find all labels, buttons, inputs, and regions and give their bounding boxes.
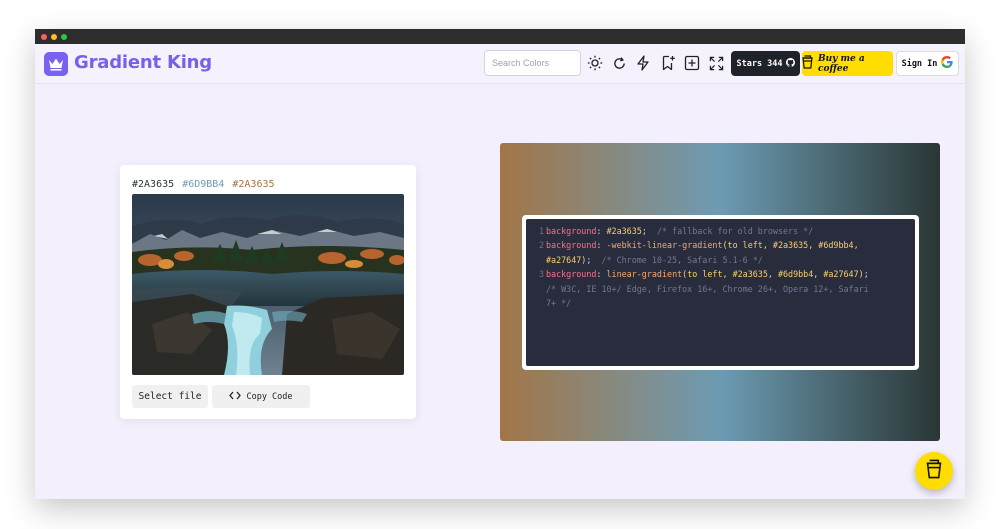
code-comment: /* Chrome 10-25, Safari 5.1-6 */ — [601, 254, 763, 265]
crown-logo-icon[interactable] — [44, 52, 68, 76]
code-line-1: 1 background: #2a3635; /* fallback for o… — [538, 226, 814, 236]
coffee-cup-icon — [802, 55, 813, 72]
code-function: linear-gradient — [606, 269, 683, 280]
code-function: -webkit-linear-gradient — [606, 240, 723, 251]
code-value: #a27647 — [546, 254, 582, 265]
top-navbar: Gradient King Search Colors Stars 344 Bu… — [35, 44, 965, 84]
code-line-3-comment: /* W3C, IE 10+/ Edge, Firefox 16+, Chrom… — [546, 283, 869, 294]
color-code-1[interactable]: #2A3635 — [132, 179, 174, 190]
css-code-block[interactable]: 1 background: #2a3635; /* fallback for o… — [526, 219, 915, 366]
add-square-icon[interactable] — [683, 54, 701, 72]
color-code-3[interactable]: #2A3635 — [232, 179, 274, 190]
css-code-box: 1 background: #2a3635; /* fallback for o… — [522, 215, 919, 370]
fullscreen-icon[interactable] — [707, 54, 725, 72]
github-stars-button[interactable]: Stars 344 — [731, 51, 800, 76]
brand-title[interactable]: Gradient King — [74, 52, 212, 73]
minimize-window-dot[interactable] — [51, 33, 57, 40]
extracted-color-codes: #2A3635 #6D9BB4 #2A3635 — [132, 179, 277, 190]
sign-in-label: Sign In — [901, 58, 938, 69]
code-line-3: 3 background: linear-gradient(to left, #… — [538, 269, 869, 280]
code-line-3-comment-end: 7+ */ — [546, 298, 572, 309]
image-color-card: #2A3635 #6D9BB4 #2A3635 Select file Copy… — [120, 165, 416, 419]
buy-me-a-coffee-button[interactable]: Buy me a coffee — [802, 51, 893, 76]
code-brackets-icon — [229, 391, 242, 403]
refresh-icon[interactable] — [610, 54, 628, 72]
floating-coffee-button[interactable] — [915, 452, 953, 490]
code-value: #2a3635 — [606, 226, 642, 236]
search-colors-input[interactable] — [484, 50, 581, 76]
select-file-button[interactable]: Select file — [132, 385, 208, 408]
sign-in-button[interactable]: Sign In — [896, 51, 959, 76]
github-icon — [785, 57, 795, 70]
maximize-window-dot[interactable] — [61, 33, 67, 40]
code-args: (to left, #2a3635, #6d9bb4, — [722, 240, 859, 251]
close-window-dot[interactable] — [41, 33, 47, 40]
copy-code-button[interactable]: Copy Code — [212, 385, 310, 408]
github-stars-label: Stars 344 — [736, 58, 783, 69]
lightning-icon[interactable] — [634, 54, 652, 72]
code-comment: /* fallback for old browsers */ — [656, 226, 814, 236]
code-args: (to left, #2a3635, #6d9bb4, #a27647) — [682, 269, 864, 280]
code-prop: background — [546, 240, 597, 251]
browser-window: Gradient King Search Colors Stars 344 Bu… — [35, 29, 965, 499]
coffee-cup-icon — [926, 459, 942, 484]
gradient-preview-panel: 1 background: #2a3635; /* fallback for o… — [500, 143, 940, 441]
copy-code-label: Copy Code — [246, 391, 293, 402]
window-titlebar — [35, 29, 965, 44]
code-prop: background — [546, 226, 597, 236]
sun-icon[interactable] — [586, 54, 604, 72]
color-code-2[interactable]: #6D9BB4 — [182, 179, 224, 190]
uploaded-landscape-image — [132, 194, 404, 375]
bookmark-plus-icon[interactable] — [659, 54, 677, 72]
coffee-label: Buy me a coffee — [818, 53, 865, 74]
google-icon — [941, 56, 954, 71]
code-line-2-continued: #a27647); /* Chrome 10-25, Safari 5.1-6 … — [546, 254, 763, 265]
code-line-2: 2 background: -webkit-linear-gradient(to… — [538, 240, 859, 251]
code-prop: background — [546, 269, 597, 280]
